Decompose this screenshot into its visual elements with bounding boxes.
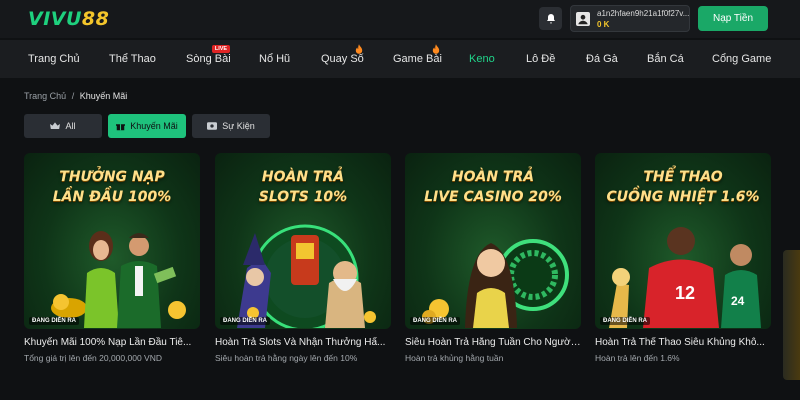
nav-item-sports[interactable]: Thể Thao bbox=[109, 53, 156, 65]
promo-caption[interactable]: Siêu Hoàn Trả Hằng Tuần Cho Người... bbox=[405, 337, 581, 348]
breadcrumb-home[interactable]: Trang Chủ bbox=[24, 91, 66, 101]
promo-title-line2: SLOTS 10% bbox=[258, 189, 348, 205]
filter-promotions[interactable]: Khuyến Mãi bbox=[108, 114, 186, 138]
promo-subtitle: Hoàn trả lên đến 1.6% bbox=[595, 353, 680, 363]
svg-text:24: 24 bbox=[731, 294, 745, 308]
promo-title-line1: THƯỞNG NẠP bbox=[59, 169, 165, 185]
promo-caption[interactable]: Hoàn Trả Thể Thao Siêu Khủng Khô... bbox=[595, 337, 771, 348]
main-nav: Trang Chủ Thể Thao Sòng Bài Nổ Hũ Quay S… bbox=[0, 40, 800, 78]
svg-text:12: 12 bbox=[675, 283, 695, 303]
promo-title-line2: CUỒNG NHIỆT 1.6% bbox=[606, 189, 760, 205]
status-badge: ĐANG DIỄN RA bbox=[220, 317, 271, 325]
filter-label: Sự Kiện bbox=[222, 121, 255, 131]
nav-item-fishing[interactable]: Bắn Cá bbox=[647, 53, 684, 65]
gift-icon bbox=[116, 123, 126, 130]
filter-events[interactable]: Sự Kiện bbox=[192, 114, 270, 138]
bell-icon bbox=[546, 13, 555, 23]
promo-artwork bbox=[422, 239, 569, 328]
breadcrumb-current: Khuyến Mãi bbox=[79, 91, 128, 101]
status-badge: ĐANG DIỄN RA bbox=[29, 317, 80, 325]
promo-card[interactable]: HOÀN TRẢ LIVE CASINO 20% ĐANG DIỄN RA bbox=[405, 153, 581, 329]
promo-title-line1: HOÀN TRẢ bbox=[261, 169, 345, 185]
nav-item-keno[interactable]: Keno bbox=[469, 53, 495, 65]
promo-subtitle: Siêu hoàn trả hằng ngày lên đến 10% bbox=[215, 353, 358, 363]
user-icon bbox=[576, 12, 590, 26]
breadcrumb-separator: / bbox=[71, 91, 75, 101]
promo-card[interactable]: THƯỞNG NẠP LẦN ĐẦU 100% ĐANG DIỄN RA bbox=[24, 153, 200, 329]
promo-subtitle: Tổng giá trị lên đến 20,000,000 VND bbox=[24, 353, 162, 363]
promo-card[interactable]: THỂ THAO CUỒNG NHIỆT 1.6% 12 24 ĐANG DIỄ… bbox=[595, 153, 771, 329]
nav-item-casino[interactable]: Sòng Bài bbox=[186, 53, 231, 65]
live-badge: LIVE bbox=[212, 45, 230, 53]
crown-icon bbox=[50, 121, 61, 129]
deposit-button[interactable]: Nạp Tiền bbox=[698, 6, 768, 31]
username: a1n2hfaen9h21a1f0f27v... bbox=[597, 9, 689, 18]
promo-title-line1: THỂ THAO bbox=[643, 169, 723, 185]
ticket-icon bbox=[207, 122, 218, 130]
promo-card[interactable]: HOÀN TRẢ SLOTS 10% ĐANG DIỄN RA bbox=[215, 153, 391, 329]
promo-subtitle: Hoàn trả khủng hằng tuần bbox=[405, 353, 504, 363]
nav-item-card-games[interactable]: Game Bài bbox=[393, 53, 442, 65]
floating-widget-edge[interactable] bbox=[783, 250, 800, 380]
promo-artwork bbox=[237, 224, 376, 328]
nav-item-slots[interactable]: Nổ Hũ bbox=[259, 53, 290, 65]
status-badge: ĐANG DIỄN RA bbox=[410, 317, 461, 325]
user-account-box[interactable]: a1n2hfaen9h21a1f0f27v... 0 K bbox=[570, 5, 690, 32]
filter-label: Khuyến Mãi bbox=[130, 121, 178, 131]
nav-item-lottery[interactable]: Quay Số bbox=[321, 53, 364, 65]
promo-title-line2: LIVE CASINO 20% bbox=[424, 189, 562, 205]
nav-item-cockfight[interactable]: Đá Gà bbox=[586, 53, 618, 65]
promo-caption[interactable]: Khuyến Mãi 100% Nạp Lần Đầu Tiê... bbox=[24, 337, 200, 348]
filter-label: All bbox=[65, 121, 76, 131]
promo-title-line2: LẦN ĐẦU 100% bbox=[52, 189, 172, 205]
status-badge: ĐANG DIỄN RA bbox=[600, 317, 651, 325]
breadcrumb: Trang Chủ / Khuyến Mãi bbox=[24, 91, 127, 101]
fire-icon bbox=[432, 44, 440, 54]
nav-item-game-portal[interactable]: Cổng Game bbox=[712, 53, 771, 65]
promo-caption[interactable]: Hoàn Trả Slots Và Nhận Thưởng Hấ... bbox=[215, 337, 391, 348]
nav-item-home[interactable]: Trang Chủ bbox=[28, 53, 80, 65]
nav-item-lo-de[interactable]: Lô Đề bbox=[526, 53, 555, 65]
site-logo[interactable]: VIVU88 bbox=[28, 8, 109, 30]
promo-artwork bbox=[51, 231, 186, 328]
filter-all[interactable]: All bbox=[24, 114, 102, 138]
promo-title-line1: HOÀN TRẢ bbox=[451, 169, 535, 185]
notification-button[interactable] bbox=[539, 7, 562, 30]
fire-icon bbox=[355, 44, 363, 54]
promo-artwork: 12 24 bbox=[609, 227, 761, 328]
top-header: VIVU88 a1n2hfaen9h21a1f0f27v... 0 K Nạp … bbox=[0, 0, 800, 38]
balance: 0 K bbox=[597, 20, 610, 29]
